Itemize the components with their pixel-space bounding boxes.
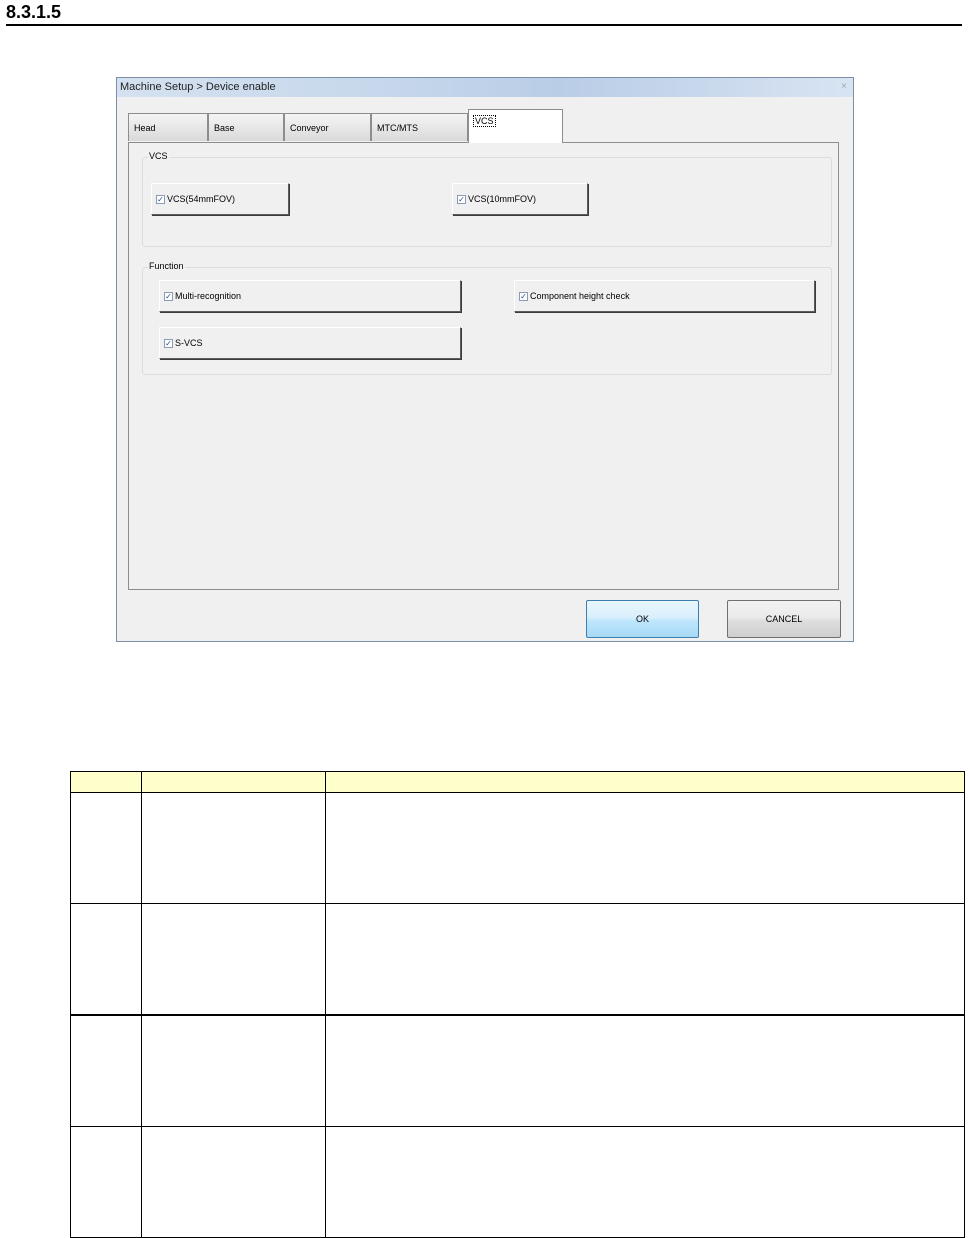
table-row [70,792,966,904]
tab-base-label: Base [214,123,235,133]
section-number: 8.3.1.5 [6,2,62,22]
multi-recognition-checkbox[interactable]: ✓ Multi-recognition [159,280,461,312]
table-header-cell [140,771,326,793]
table-cell [324,1126,966,1238]
table-cell [324,1014,966,1127]
checkbox-checked-icon: ✓ [457,194,466,204]
vcs-group-label: VCS [148,151,169,161]
table-cell [140,1126,326,1238]
table-header-row [70,771,966,793]
tab-head[interactable]: Head [128,113,208,141]
tab-base[interactable]: Base [208,113,284,141]
checkbox-checked-icon: ✓ [164,291,173,301]
s-vcs-checkbox[interactable]: ✓ S-VCS [159,327,461,359]
close-icon[interactable]: × [841,80,847,94]
ok-button[interactable]: OK [586,600,699,638]
checkbox-checked-icon: ✓ [164,338,173,348]
table-cell [70,1126,142,1238]
function-group-label: Function [148,261,185,271]
checkbox-checked-icon: ✓ [519,291,528,301]
table-cell [140,1014,326,1127]
s-vcs-label: S-VCS [175,338,203,348]
table-row [70,1014,966,1127]
tab-vcs[interactable]: VCS [468,109,563,143]
tab-mtc-mts[interactable]: MTC/MTS [371,113,468,141]
table-header-cell [324,771,966,793]
table-row [70,903,966,1016]
description-table [70,771,966,1238]
vcs-54mm-fov-checkbox[interactable]: ✓ VCS(54mmFOV) [151,183,289,215]
table-cell [324,903,966,1016]
tab-conveyor[interactable]: Conveyor [284,113,371,141]
tab-vcs-label: VCS [473,115,496,127]
tab-conveyor-label: Conveyor [290,123,329,133]
dialog-titlebar: Machine Setup > Device enable × [117,78,853,97]
vcs-10mm-fov-checkbox[interactable]: ✓ VCS(10mmFOV) [452,183,588,215]
table-cell [70,1014,142,1127]
multi-recognition-label: Multi-recognition [175,291,242,301]
vcs-10mm-fov-label: VCS(10mmFOV) [468,194,537,204]
checkbox-checked-icon: ✓ [156,194,165,204]
table-cell [140,792,326,904]
table-cell [70,903,142,1016]
tab-head-label: Head [134,123,156,133]
vcs-tab-panel: VCS ✓ VCS(54mmFOV) ✓ VCS(10mmFOV) Functi… [128,142,839,590]
cancel-button[interactable]: CANCEL [727,600,841,638]
table-row [70,1126,966,1238]
table-cell [70,792,142,904]
component-height-check-label: Component height check [530,291,630,301]
table-cell [324,792,966,904]
section-divider [6,24,962,26]
vcs-54mm-fov-label: VCS(54mmFOV) [167,194,236,204]
table-cell [140,903,326,1016]
component-height-check-checkbox[interactable]: ✓ Component height check [514,280,815,312]
table-header-cell [70,771,142,793]
device-enable-dialog: Machine Setup > Device enable × Head Bas… [116,77,854,642]
dialog-title: Machine Setup > Device enable [120,81,276,93]
tab-mtc-mts-label: MTC/MTS [377,123,418,133]
